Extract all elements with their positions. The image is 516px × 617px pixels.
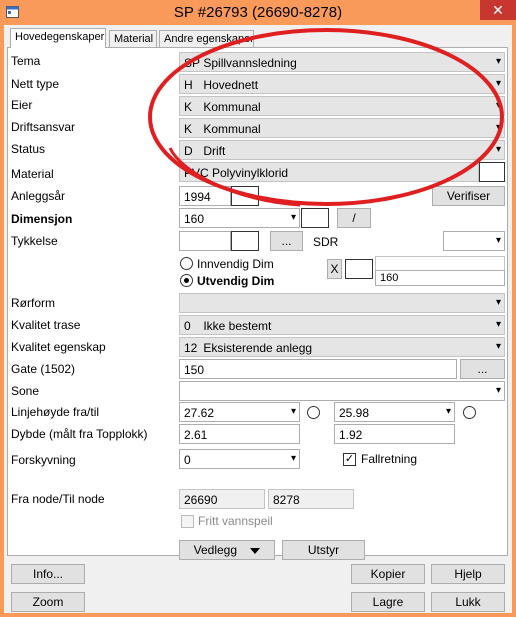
close-button[interactable]: ✕ <box>480 0 516 20</box>
chevron-down-icon: ▾ <box>495 319 501 330</box>
kvalitet-trase-label: Kvalitet trase <box>11 318 81 332</box>
chevron-down-icon: ▾ <box>495 235 501 246</box>
linjehoyde-til-select[interactable]: 25.98 ▾ <box>334 402 455 422</box>
linjehoyde-fra-select[interactable]: 27.62 ▾ <box>179 402 300 422</box>
chevron-down-icon: ▾ <box>290 406 296 417</box>
hjelp-button[interactable]: Hjelp <box>431 564 505 584</box>
dybde-fra-field[interactable]: 2.61 <box>179 424 300 444</box>
innvendig-dim-label: Innvendig Dim <box>197 257 274 271</box>
tykkelse-label: Tykkelse <box>11 234 58 248</box>
fallretning-checkbox[interactable]: ✓ <box>343 453 356 466</box>
tykkelse-field[interactable] <box>179 231 231 251</box>
fra-til-node-label: Fra node/Til node <box>11 492 105 506</box>
material-label: Material <box>11 167 54 181</box>
chevron-down-icon: ▾ <box>495 144 501 155</box>
tema-label: Tema <box>11 54 41 68</box>
gate-field[interactable]: 150 <box>179 359 457 379</box>
utvendig-extra-field[interactable] <box>345 259 373 279</box>
sone-select[interactable]: ▾ <box>179 381 505 401</box>
anleggsar-label: Anleggsår <box>11 189 66 203</box>
tykkelse-extra-field[interactable] <box>231 231 259 251</box>
kvalitet-trase-select[interactable]: 0 Ikke bestemt ▾ <box>179 315 505 335</box>
eier-label: Eier <box>11 98 33 112</box>
dimensjon-extra-field[interactable] <box>301 208 329 228</box>
chevron-down-icon: ▾ <box>445 406 451 417</box>
tab-andre-egenskaper[interactable]: Andre egenskaper <box>159 30 254 48</box>
nett-type-label: Nett type <box>11 77 60 91</box>
dimensjon-label: Dimensjon <box>11 212 73 226</box>
tab-hovedegenskaper[interactable]: Hovedegenskaper <box>10 28 106 48</box>
material-select[interactable]: PVC Polyvinylklorid <box>179 162 479 182</box>
rorform-label: Rørform <box>11 296 55 310</box>
linjehoyde-til-radio[interactable] <box>463 406 476 419</box>
sdr-select[interactable]: ▾ <box>443 231 505 251</box>
zoom-button[interactable]: Zoom <box>11 592 85 612</box>
vedlegg-button[interactable]: Vedlegg <box>179 540 275 560</box>
chevron-down-icon: ▾ <box>495 56 501 67</box>
innvendig-dim-radio[interactable] <box>180 257 193 270</box>
fallretning-label: Fallretning <box>361 452 418 466</box>
info-button[interactable]: Info... <box>11 564 85 584</box>
rorform-select[interactable]: ▾ <box>179 293 505 313</box>
dybde-til-field[interactable]: 1.92 <box>334 424 455 444</box>
window-title: SP #26793 (26690-8278) <box>173 4 343 21</box>
slash-button[interactable]: / <box>337 208 371 228</box>
anleggsar-field[interactable]: 1994 <box>179 186 231 206</box>
chevron-down-icon: ▾ <box>495 100 501 111</box>
sone-label: Sone <box>11 384 40 398</box>
utvendig-dim-field[interactable]: 160 <box>375 270 505 286</box>
linjehoyde-label: Linjehøyde fra/til <box>11 405 100 419</box>
chevron-down-icon: ▾ <box>495 385 501 396</box>
anleggsar-extra-field[interactable] <box>231 186 259 206</box>
sdr-label: SDR <box>313 235 339 249</box>
tema-select[interactable]: SP Spillvannsledning ▾ <box>179 52 505 72</box>
utvendig-dim-label: Utvendig Dim <box>197 274 275 288</box>
linjehoyde-fra-radio[interactable] <box>307 406 320 419</box>
x-button[interactable]: X <box>327 259 342 279</box>
kvalitet-egenskap-select[interactable]: 12 Eksisterende anlegg ▾ <box>179 337 505 357</box>
gate-ellipsis-button[interactable]: ... <box>460 359 505 379</box>
utvendig-dim-radio[interactable] <box>180 274 193 287</box>
lukk-button[interactable]: Lukk <box>431 592 505 612</box>
fritt-vannspeil-checkbox[interactable] <box>181 515 194 528</box>
gate-label: Gate (1502) <box>11 362 76 376</box>
chevron-down-icon: ▾ <box>495 297 501 308</box>
chevron-down-icon: ▾ <box>495 78 501 89</box>
dybde-label: Dybde (målt fra Topplokk) <box>11 427 148 441</box>
fra-node-field: 26690 <box>179 489 265 509</box>
status-select[interactable]: D Drift ▾ <box>179 140 505 160</box>
status-label: Status <box>11 142 46 156</box>
dimensjon-select[interactable]: 160 ▾ <box>179 208 300 228</box>
chevron-down-icon: ▾ <box>495 341 501 352</box>
driftsansvar-label: Driftsansvar <box>11 120 76 134</box>
chevron-down-icon: ▾ <box>290 453 296 464</box>
material-extra-field[interactable] <box>479 162 505 182</box>
fritt-vannspeil-label: Fritt vannspeil <box>198 514 273 528</box>
til-node-field: 8278 <box>268 489 354 509</box>
chevron-down-icon: ▾ <box>290 212 296 223</box>
utstyr-button[interactable]: Utstyr <box>282 540 365 560</box>
forskyvning-select[interactable]: 0 ▾ <box>179 449 300 469</box>
lagre-button[interactable]: Lagre <box>351 592 425 612</box>
kopier-button[interactable]: Kopier <box>351 564 425 584</box>
forskyvning-label: Forskyvning <box>11 453 76 467</box>
driftsansvar-select[interactable]: K Kommunal ▾ <box>179 118 505 138</box>
eier-select[interactable]: K Kommunal ▾ <box>179 96 505 116</box>
title-bar[interactable]: SP #26793 (26690-8278) ✕ <box>0 0 516 25</box>
nett-type-select[interactable]: H Hovednett ▾ <box>179 74 505 94</box>
chevron-down-icon: ▾ <box>495 122 501 133</box>
verifiser-button[interactable]: Verifiser <box>432 186 505 206</box>
check-icon: ✓ <box>344 453 355 465</box>
kvalitet-egenskap-label: Kvalitet egenskap <box>11 340 106 354</box>
tab-material[interactable]: Material <box>109 30 157 48</box>
chevron-down-icon <box>250 547 261 554</box>
tykkelse-ellipsis-button[interactable]: ... <box>270 231 303 251</box>
